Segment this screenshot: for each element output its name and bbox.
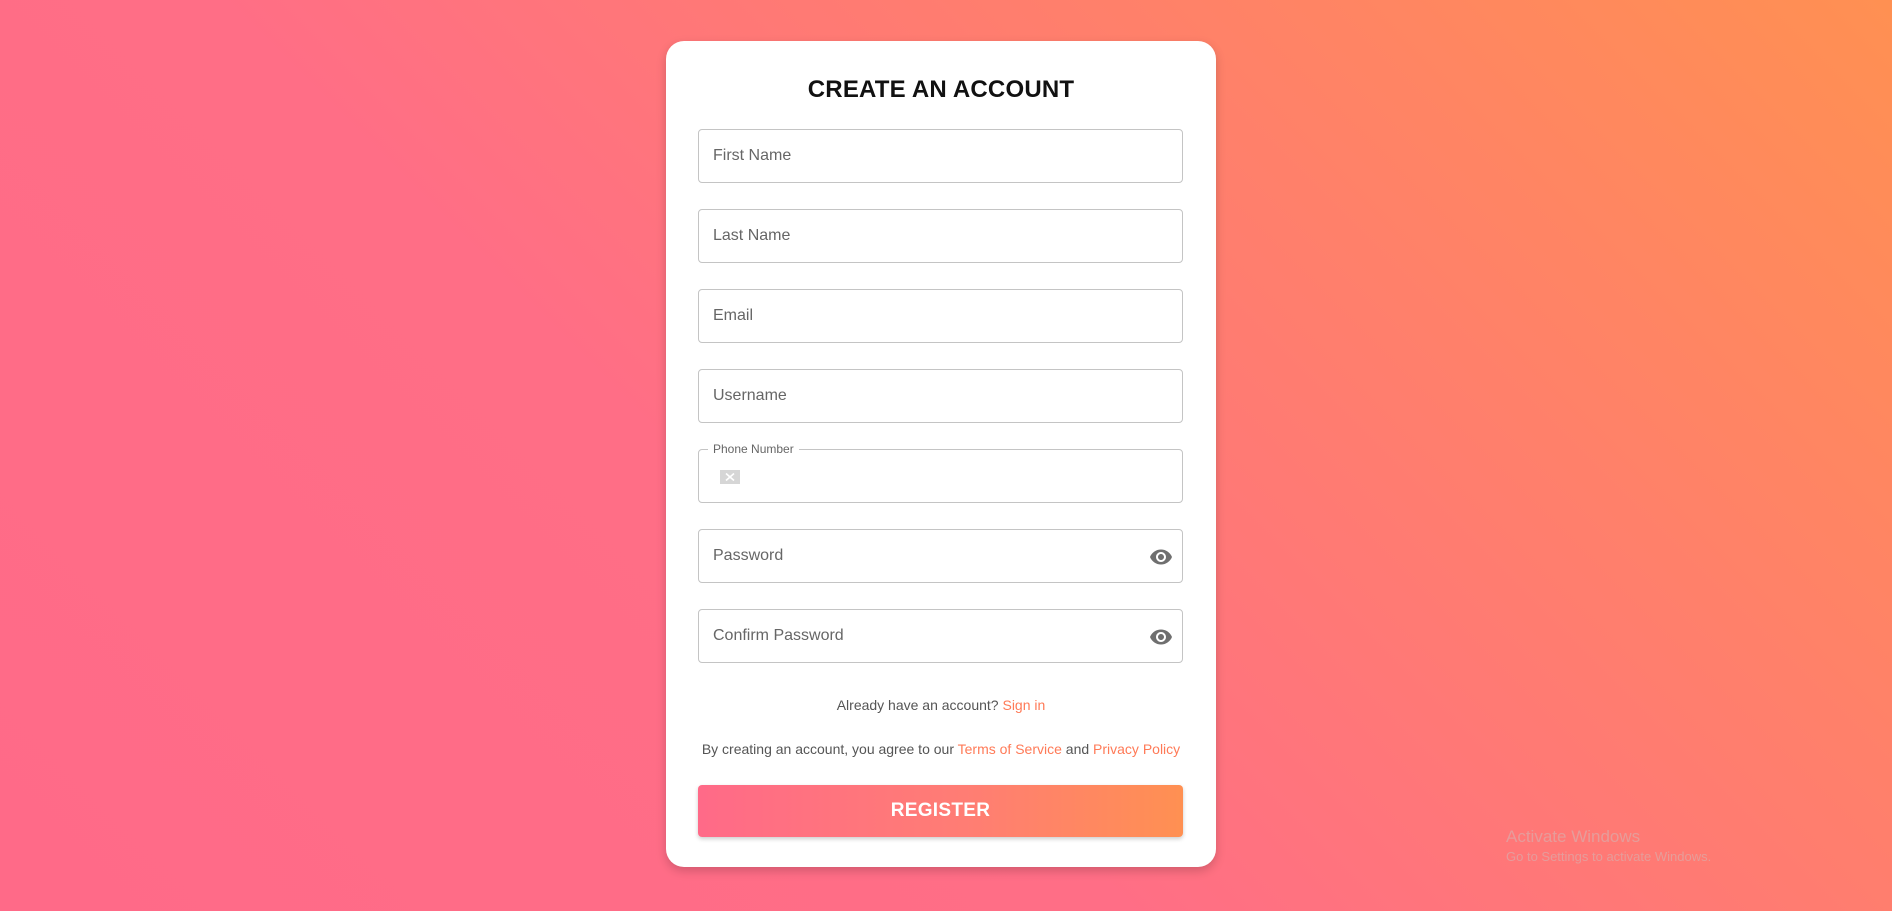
last-name-input[interactable] xyxy=(699,210,1182,262)
watermark-subtitle: Go to Settings to activate Windows. xyxy=(1506,849,1712,864)
signin-prompt-text: Already have an account? xyxy=(836,697,999,713)
email-input[interactable] xyxy=(699,290,1182,342)
terms-notice: By creating an account, you agree to our… xyxy=(666,741,1216,757)
terms-and-text: and xyxy=(1065,741,1090,757)
eye-icon[interactable] xyxy=(1149,545,1173,569)
flag-icon[interactable] xyxy=(720,470,740,484)
signin-prompt: Already have an account? Sign in xyxy=(666,697,1216,713)
privacy-policy-link[interactable]: Privacy Policy xyxy=(1093,741,1180,757)
register-card: CREATE AN ACCOUNT Phone Number xyxy=(666,41,1216,867)
first-name-field xyxy=(698,129,1183,183)
phone-input[interactable] xyxy=(749,450,1182,502)
signin-link[interactable]: Sign in xyxy=(1002,697,1045,713)
eye-icon[interactable] xyxy=(1149,625,1173,649)
register-button[interactable]: REGISTER xyxy=(698,785,1183,837)
password-input[interactable] xyxy=(699,530,1182,582)
terms-prefix-text: By creating an account, you agree to our xyxy=(701,741,954,757)
confirm-password-input[interactable] xyxy=(699,610,1182,662)
terms-of-service-link[interactable]: Terms of Service xyxy=(958,741,1062,757)
watermark-title: Activate Windows xyxy=(1506,827,1641,846)
username-input[interactable] xyxy=(699,370,1182,422)
activate-windows-watermark: Activate Windows Go to Settings to activ… xyxy=(1506,826,1711,866)
email-field xyxy=(698,289,1183,343)
last-name-field xyxy=(698,209,1183,263)
phone-field: Phone Number xyxy=(698,441,1183,503)
page-title: CREATE AN ACCOUNT xyxy=(807,76,1075,103)
confirm-password-field xyxy=(698,609,1183,663)
username-field xyxy=(698,369,1183,423)
first-name-input[interactable] xyxy=(699,130,1182,182)
password-field xyxy=(698,529,1183,583)
